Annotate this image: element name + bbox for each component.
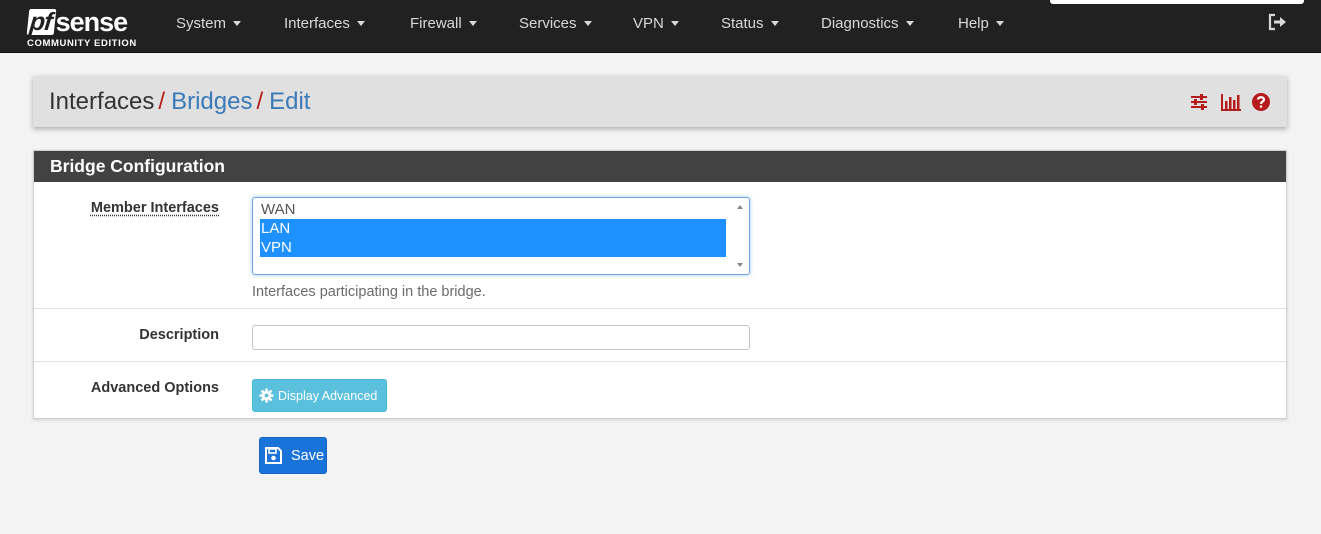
caret-down-icon (583, 20, 592, 26)
sign-out-icon[interactable] (1268, 13, 1288, 31)
nav-label: System (176, 15, 227, 32)
scroll-up-arrow-icon[interactable] (737, 205, 743, 209)
save-button[interactable]: Save (259, 437, 327, 474)
advanced-options-row: Advanced Options (34, 362, 1286, 419)
nav-label: Diagnostics (821, 15, 899, 32)
description-label: Description (139, 327, 219, 343)
nav-label: VPN (633, 15, 664, 32)
nav-help-menu[interactable]: Help (958, 0, 1004, 48)
pfsense-logo[interactable]: pf sense COMMUNITY EDITION (26, 5, 148, 49)
search-box[interactable] (1050, 0, 1304, 4)
nav-vpn-menu[interactable]: VPN (633, 0, 679, 48)
breadcrumb-interfaces: Interfaces (49, 88, 155, 115)
caret-down-icon (770, 20, 779, 26)
breadcrumb-edit-link[interactable]: Edit (269, 88, 310, 115)
breadcrumb-separator: / (158, 88, 166, 115)
description-input[interactable] (252, 325, 750, 350)
display-advanced-label: Display Advanced (278, 388, 378, 403)
gear-icon (259, 388, 274, 403)
nav-status-menu[interactable]: Status (721, 0, 779, 48)
breadcrumb-bar: Interfaces / Bridges / Edit (33, 76, 1287, 127)
nav-label: Services (519, 15, 577, 32)
logo-edition: COMMUNITY EDITION (27, 38, 137, 49)
caret-down-icon (995, 20, 1004, 26)
nav-label: Status (721, 15, 764, 32)
bridge-configuration-panel: Bridge Configuration Member Interfaces W… (33, 150, 1287, 419)
breadcrumb: Interfaces / Bridges / Edit (49, 76, 310, 127)
nav-services-menu[interactable]: Services (519, 0, 592, 48)
sliders-icon[interactable] (1189, 92, 1209, 112)
select-scrollbar[interactable] (732, 198, 749, 274)
nav-label: Help (958, 15, 989, 32)
breadcrumb-separator: / (256, 88, 264, 115)
caret-down-icon (468, 20, 477, 26)
scroll-down-arrow-icon[interactable] (737, 263, 743, 267)
bar-chart-icon[interactable] (1220, 92, 1241, 112)
nav-label: Firewall (410, 15, 462, 32)
breadcrumb-bridges-link[interactable]: Bridges (171, 88, 252, 115)
breadcrumb-shortcuts (1189, 92, 1271, 112)
caret-down-icon (905, 20, 914, 26)
nav-diagnostics-menu[interactable]: Diagnostics (821, 0, 914, 48)
member-interfaces-select[interactable]: WAN LAN VPN (252, 197, 750, 275)
caret-down-icon (233, 20, 242, 26)
panel-title: Bridge Configuration (34, 151, 1286, 182)
nav-interfaces-menu[interactable]: Interfaces (284, 0, 365, 48)
interface-option-wan[interactable]: WAN (260, 200, 726, 219)
logo-wordmark: pf sense (26, 5, 129, 39)
logo-sense: sense (55, 7, 129, 37)
interface-option-lan[interactable]: LAN (260, 219, 726, 238)
nav-firewall-menu[interactable]: Firewall (410, 0, 477, 48)
display-advanced-button[interactable]: Display Advanced (252, 379, 387, 412)
save-label: Save (291, 447, 325, 464)
caret-down-icon (670, 20, 679, 26)
interface-option-vpn[interactable]: VPN (260, 238, 726, 257)
member-interfaces-help: Interfaces participating in the bridge. (252, 284, 486, 300)
nav-label: Interfaces (284, 15, 350, 32)
floppy-disk-icon (264, 446, 283, 465)
logo-pf: pf (26, 8, 56, 36)
advanced-options-label: Advanced Options (90, 380, 219, 396)
question-circle-icon[interactable] (1251, 92, 1271, 112)
nav-system-menu[interactable]: System (176, 0, 242, 48)
caret-down-icon (356, 20, 365, 26)
top-navbar: pf sense COMMUNITY EDITION System Interfa… (0, 0, 1321, 53)
member-interfaces-label: Member Interfaces (90, 200, 219, 216)
